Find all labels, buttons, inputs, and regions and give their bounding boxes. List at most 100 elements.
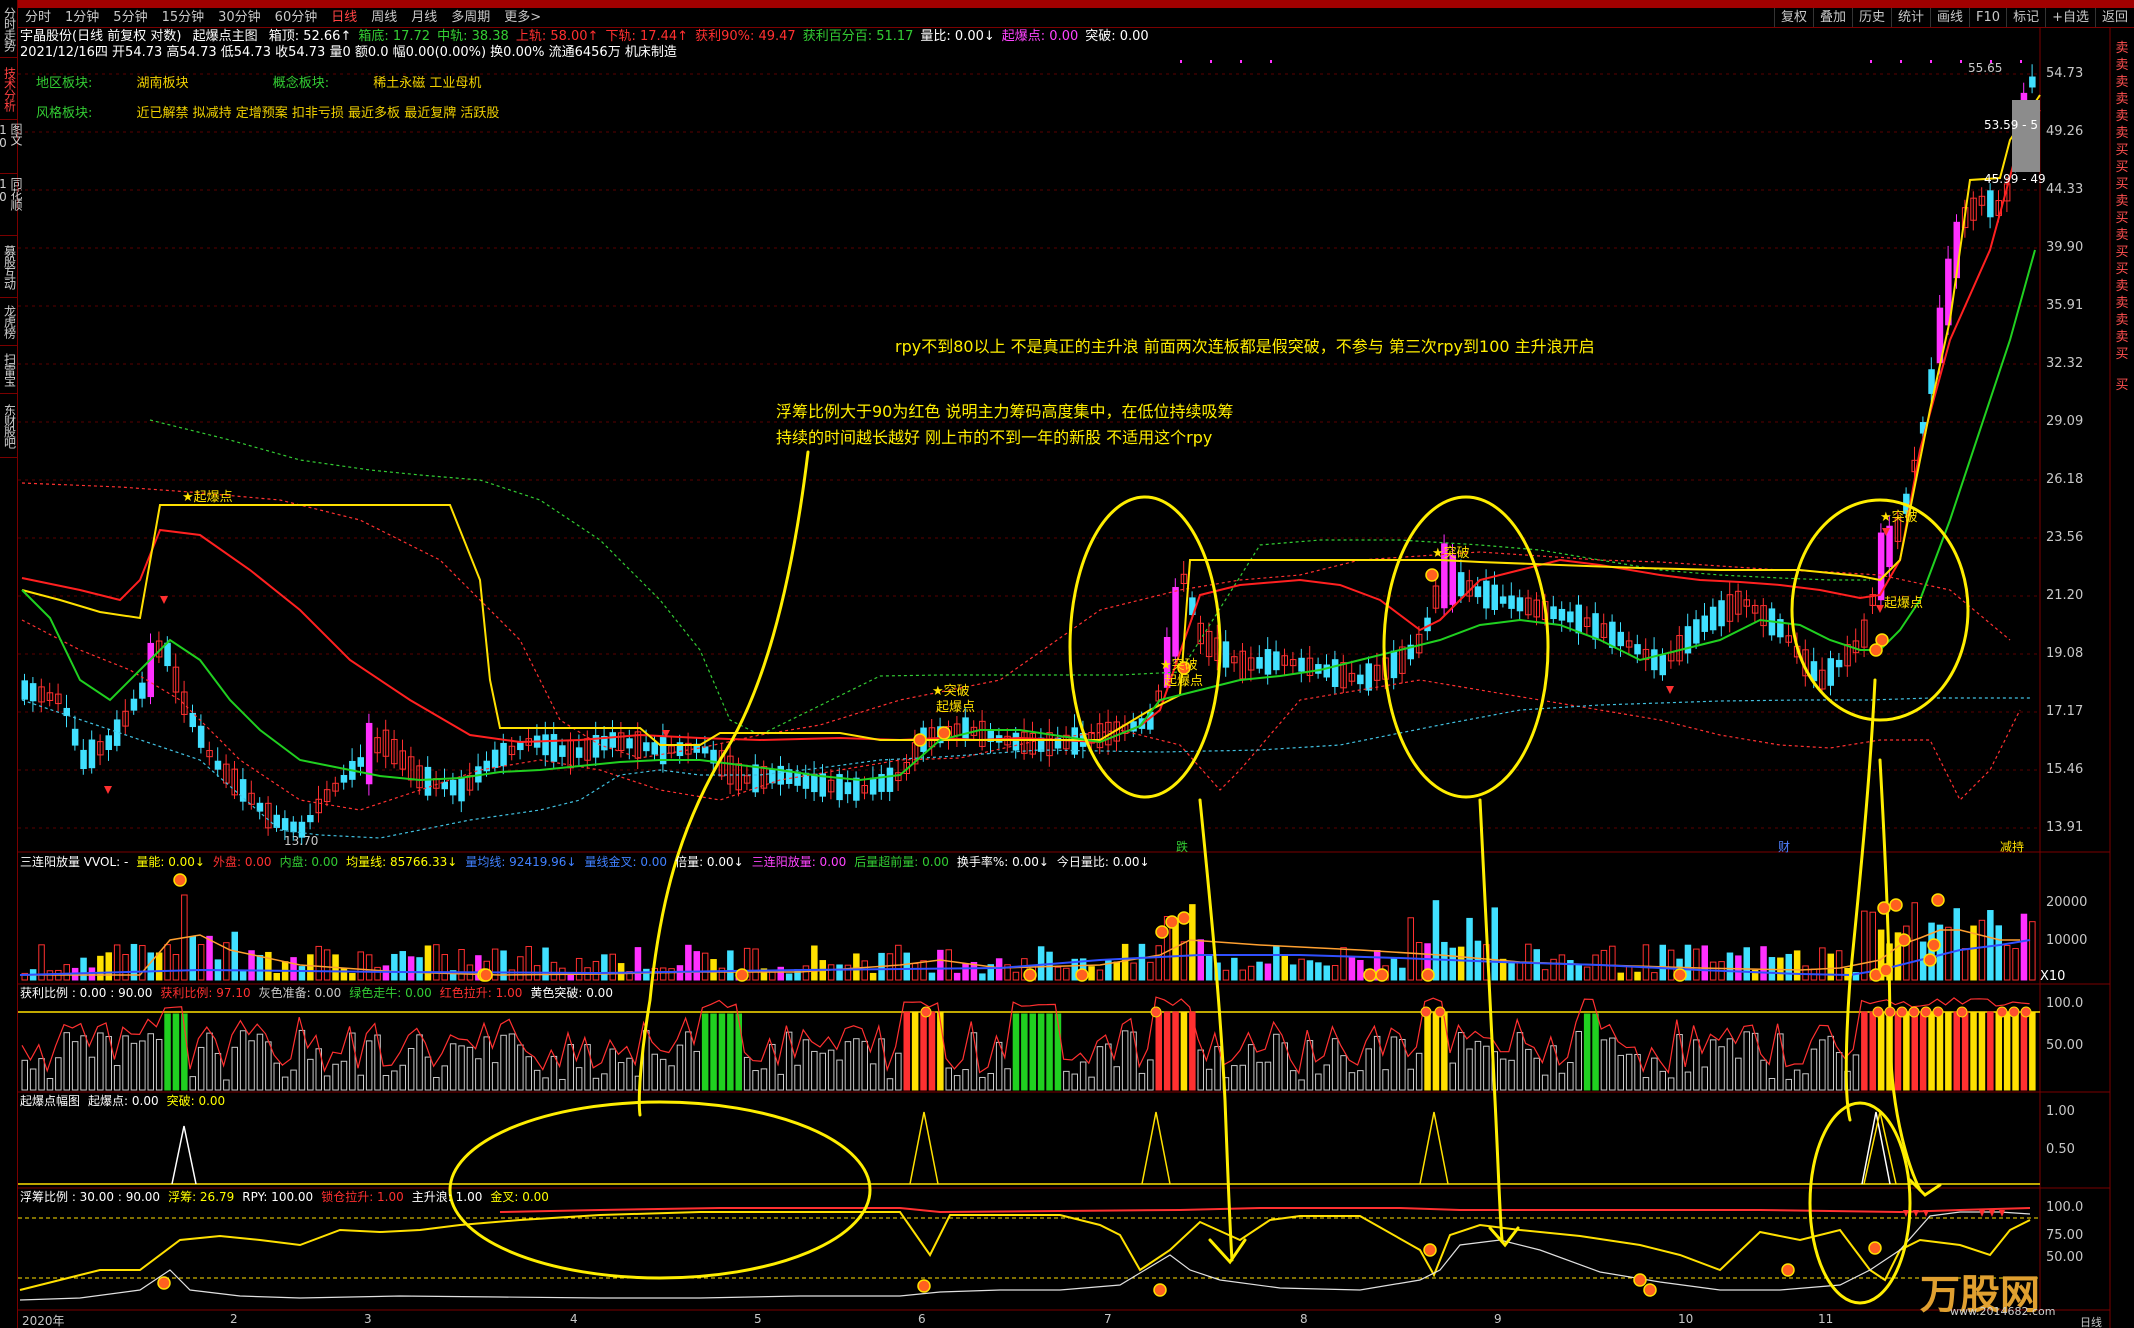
profit-bar	[1961, 1011, 1969, 1091]
candle-body	[80, 749, 87, 770]
profit-bar	[1180, 1011, 1188, 1091]
profit-bar	[811, 1050, 818, 1091]
profit-bar	[1004, 1068, 1011, 1091]
profit-bar	[1172, 1011, 1179, 1091]
profit-bar	[1088, 1076, 1095, 1091]
profit-bar	[139, 1040, 146, 1091]
volume-panel-header[interactable]: 三连阳放量 VVOL: - 量能: 0.00↓ 外盘: 0.00 内盘: 0.00 均量…	[20, 855, 1158, 869]
month-label-0: 2020年	[22, 1314, 65, 1328]
float-header-item-4: 主升浪: 1.00	[411, 1190, 483, 1204]
float-panel-header[interactable]: 浮筹比例 : 30.00 : 90.00 浮筹: 26.79 RPY: 100.00…	[20, 1190, 557, 1204]
kline-chart[interactable]	[0, 0, 2134, 1328]
volume-bar	[1827, 953, 1834, 981]
profit-bar	[1037, 1013, 1045, 1091]
profit-bar	[1861, 1011, 1868, 1091]
profit-header-item-1: 获利比例: 97.10	[160, 986, 251, 1000]
candle-body	[491, 749, 499, 768]
profit-bar	[1651, 1057, 1658, 1091]
volume-bar	[517, 956, 524, 981]
profit-bar	[71, 1041, 79, 1091]
profit-bar	[500, 1034, 507, 1091]
profit-bar	[1777, 1033, 1784, 1091]
volume-bar	[206, 935, 213, 981]
arrow-marker	[160, 596, 168, 604]
volume-bar	[886, 953, 894, 981]
burst-panel-header[interactable]: 起爆点幅图 起爆点: 0.00 突破: 0.00	[20, 1094, 233, 1108]
volume-bar	[1609, 945, 1616, 981]
profit-bar	[1231, 1065, 1238, 1091]
volume-bar	[357, 951, 364, 981]
volume-bar	[1625, 965, 1633, 981]
candle-body	[1693, 619, 1700, 644]
volume-bar	[592, 960, 600, 981]
volume-bar	[1357, 960, 1364, 981]
profit-bar	[1315, 1073, 1322, 1091]
candle-body	[794, 771, 801, 786]
profit-bar	[475, 1058, 482, 1091]
profit-marker	[1956, 1006, 1968, 1018]
volume-bar	[1760, 946, 1767, 981]
signal-marker	[1781, 1263, 1795, 1277]
profit-bar	[1625, 1053, 1633, 1091]
volume-bar	[1583, 966, 1591, 981]
candle-body	[1390, 650, 1398, 679]
period-indicator[interactable]: 日线	[2080, 1314, 2102, 1328]
profit-bar	[2012, 1011, 2019, 1091]
profit-marker	[1884, 1006, 1896, 1018]
profit-panel-header[interactable]: 获利比例 : 0.00 : 90.00 获利比例: 97.10 灰色准备: 0.00…	[20, 986, 621, 1000]
label-tupo-3: ★突破	[1432, 546, 1470, 561]
profit-bar	[886, 1078, 894, 1091]
signal-marker	[1931, 893, 1945, 907]
candle-body	[1273, 651, 1280, 671]
top-dot	[1960, 60, 1962, 63]
volume-bar	[1911, 902, 1918, 981]
month-label-5: 6	[918, 1312, 926, 1326]
profit-bar	[592, 1077, 600, 1091]
vol-axis-unit: X10	[2040, 969, 2066, 984]
candle-body	[1474, 586, 1482, 598]
volume-bar	[659, 967, 667, 981]
profit-bar	[601, 1073, 608, 1091]
event-jianchi[interactable]: 减持	[2000, 838, 2024, 855]
volume-bar	[1273, 945, 1280, 981]
candle-body	[1709, 606, 1717, 631]
event-cai[interactable]: 财	[1778, 838, 1790, 855]
price-tick-3: 39.90	[2046, 240, 2084, 255]
volume-bar	[1667, 949, 1675, 981]
volume-bar	[2003, 944, 2011, 981]
candle-body	[340, 774, 348, 783]
volume-bar	[2020, 913, 2028, 981]
month-label-6: 7	[1104, 1312, 1112, 1326]
volume-bar	[1348, 955, 1356, 981]
signal-marker	[937, 726, 951, 740]
candle-body	[962, 717, 969, 741]
annotation-float-ratio: 浮筹比例大于90为红色 说明主力筹码高度集中，在低位持续吸筹	[776, 402, 1234, 421]
signal-marker	[157, 1276, 171, 1290]
profit-bar	[21, 1059, 28, 1091]
candle-body	[500, 742, 507, 767]
volume-bar	[869, 972, 877, 981]
volume-bar	[937, 949, 944, 981]
watermark-url: www.2014682.com	[1950, 1305, 2056, 1318]
arrow-marker	[104, 786, 112, 794]
profit-marker	[1896, 1006, 1908, 1018]
profit-bar	[550, 1055, 558, 1091]
vol-header-item-6: 量线金叉: 0.00	[584, 855, 668, 869]
profit-bar	[1273, 1033, 1280, 1091]
volume-bar	[920, 960, 927, 981]
profit-bar	[1945, 1011, 1952, 1091]
arrow-marker	[1876, 605, 1884, 613]
candle-body	[307, 815, 314, 823]
top-dot	[1210, 60, 1212, 63]
profit-bar	[1105, 1043, 1112, 1091]
volume-bar	[231, 931, 238, 981]
profit-bar	[214, 1052, 222, 1091]
profit-bar	[357, 1074, 364, 1091]
profit-bar	[1466, 1048, 1473, 1091]
volume-bar	[122, 954, 129, 981]
profit-bar	[1155, 1011, 1162, 1091]
profit-bar	[752, 1070, 759, 1091]
candle-body	[71, 728, 79, 746]
event-die[interactable]: 跌	[1176, 838, 1188, 855]
profit-bar	[718, 1013, 726, 1091]
